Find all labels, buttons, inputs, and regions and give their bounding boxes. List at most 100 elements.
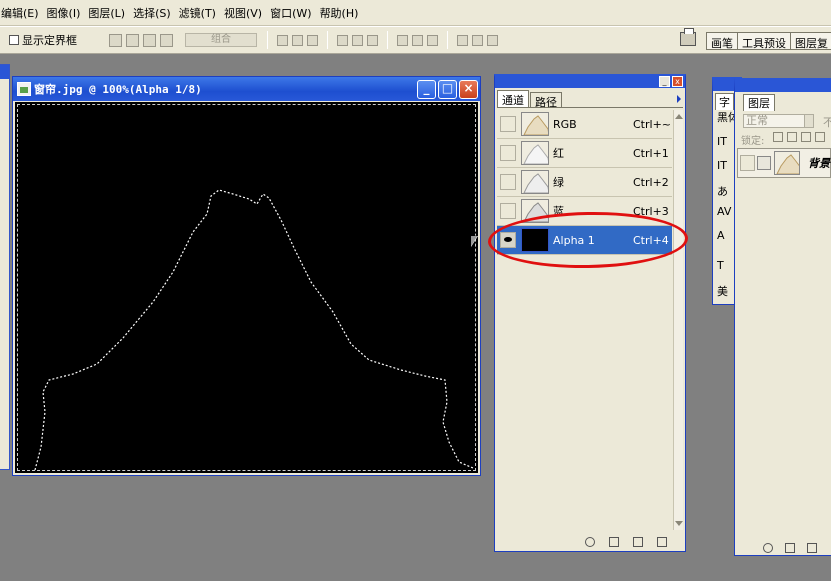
channel-shortcut: Ctrl+2 bbox=[633, 175, 669, 189]
eye-icon[interactable] bbox=[740, 155, 756, 171]
link-icon[interactable] bbox=[763, 543, 773, 553]
menu-edit[interactable]: 编辑(E) bbox=[0, 5, 45, 21]
channel-row-red[interactable]: 红 Ctrl+1 bbox=[497, 139, 672, 168]
divider bbox=[267, 31, 268, 49]
lock-pixels-icon[interactable] bbox=[787, 132, 797, 142]
scroll-down-icon[interactable] bbox=[675, 521, 683, 526]
combine-button[interactable]: 组合 bbox=[185, 33, 257, 47]
menu-help[interactable]: 帮助(H) bbox=[318, 5, 365, 21]
align-group bbox=[275, 31, 380, 49]
divider bbox=[447, 31, 448, 49]
printer-icon[interactable] bbox=[680, 28, 696, 46]
image-canvas[interactable] bbox=[15, 102, 478, 473]
document-titlebar[interactable]: 窗帘.jpg @ 100%(Alpha 1/8) _ □ × bbox=[13, 77, 480, 101]
chevron-down-icon[interactable] bbox=[804, 114, 814, 128]
distribute-top-icon[interactable] bbox=[397, 34, 408, 46]
toolbox-titlebar[interactable] bbox=[0, 65, 9, 79]
align-hcenter-icon[interactable] bbox=[352, 34, 363, 46]
bounding-box-label: 显示定界框 bbox=[22, 34, 77, 47]
tab-paths[interactable]: 路径 bbox=[530, 92, 562, 109]
align-top-icon[interactable] bbox=[277, 34, 288, 46]
menu-layer[interactable]: 图层(L) bbox=[86, 5, 131, 21]
lock-all-icon[interactable] bbox=[815, 132, 825, 142]
menu-select[interactable]: 选择(S) bbox=[131, 5, 177, 21]
layer-name: 背景 bbox=[808, 157, 830, 170]
lock-transparency-icon[interactable] bbox=[773, 132, 783, 142]
baseline-icon[interactable]: A bbox=[717, 229, 725, 242]
new-channel-icon[interactable] bbox=[633, 537, 643, 547]
horizontal-scale-icon[interactable]: IT bbox=[717, 159, 727, 172]
tab-channels[interactable]: 通道 bbox=[497, 90, 529, 107]
palette-dock: 画笔 工具预设 图层复 bbox=[706, 32, 831, 50]
save-selection-icon[interactable] bbox=[609, 537, 619, 547]
trash-icon[interactable] bbox=[657, 537, 667, 547]
align-vcenter-icon[interactable] bbox=[292, 34, 303, 46]
visibility-toggle[interactable] bbox=[500, 116, 516, 132]
align-left-icon[interactable] bbox=[337, 34, 348, 46]
layer-mask-icon[interactable] bbox=[785, 543, 795, 553]
exclude-shape-icon[interactable] bbox=[160, 33, 173, 47]
layer-row-background[interactable]: 背景 bbox=[737, 148, 831, 178]
channel-name: 红 bbox=[553, 147, 564, 160]
dock-tab-tool-presets[interactable]: 工具预设 bbox=[738, 33, 791, 50]
channels-footer bbox=[497, 535, 683, 549]
channel-thumbnail bbox=[521, 170, 549, 194]
blend-mode-select[interactable]: 正常 bbox=[743, 114, 807, 128]
visibility-toggle[interactable] bbox=[500, 174, 516, 190]
channels-panel-titlebar[interactable]: _ x bbox=[495, 74, 685, 88]
divider bbox=[387, 31, 388, 49]
brush-icon bbox=[757, 156, 771, 170]
lock-icons bbox=[773, 132, 825, 142]
align-right-icon[interactable] bbox=[367, 34, 378, 46]
visibility-toggle[interactable] bbox=[500, 145, 516, 161]
channel-name: RGB bbox=[553, 117, 577, 131]
distribute-bottom-icon[interactable] bbox=[427, 34, 438, 46]
toolbox-panel bbox=[0, 64, 10, 470]
channel-row-green[interactable]: 绿 Ctrl+2 bbox=[497, 168, 672, 197]
subtract-shape-icon[interactable] bbox=[126, 33, 139, 47]
distribute-right-icon[interactable] bbox=[487, 34, 498, 46]
layers-footer bbox=[763, 543, 817, 553]
kerning-icon[interactable]: AV bbox=[717, 205, 731, 218]
panel-minimize-button[interactable]: _ bbox=[659, 75, 670, 87]
language-field[interactable]: 美 bbox=[717, 283, 728, 299]
menu-filter[interactable]: 滤镜(T) bbox=[177, 5, 222, 21]
mouse-cursor bbox=[470, 235, 478, 248]
new-layer-icon[interactable] bbox=[807, 543, 817, 553]
channels-panel: _ x 通道 路径 RGB Ctrl+~ 红 Ctrl+1 绿 Ctrl+2 蓝… bbox=[494, 74, 686, 552]
maximize-button[interactable]: □ bbox=[438, 79, 457, 99]
vertical-scale-icon[interactable]: IT bbox=[717, 135, 727, 148]
opacity-label: 不 bbox=[823, 116, 831, 129]
text-style-icon[interactable]: T bbox=[717, 259, 724, 272]
tsume-icon[interactable]: あ bbox=[717, 183, 728, 199]
menu-window[interactable]: 窗口(W) bbox=[268, 5, 317, 21]
menu-bar: 编辑(E) 图像(I) 图层(L) 选择(S) 滤镜(T) 视图(V) 窗口(W… bbox=[0, 0, 831, 26]
menu-image[interactable]: 图像(I) bbox=[45, 5, 87, 21]
lock-position-icon[interactable] bbox=[801, 132, 811, 142]
bounding-box-checkbox[interactable] bbox=[9, 35, 19, 45]
intersect-shape-icon[interactable] bbox=[143, 33, 156, 47]
align-bottom-icon[interactable] bbox=[307, 34, 318, 46]
tab-character[interactable]: 字 bbox=[715, 93, 734, 110]
channel-row-rgb[interactable]: RGB Ctrl+~ bbox=[497, 110, 672, 139]
distribute-hcenter-icon[interactable] bbox=[472, 34, 483, 46]
panel-menu-icon[interactable] bbox=[677, 95, 681, 103]
visibility-toggle[interactable] bbox=[500, 203, 516, 219]
lock-label: 锁定: bbox=[741, 136, 765, 147]
load-selection-icon[interactable] bbox=[585, 537, 595, 547]
panel-close-button[interactable]: x bbox=[672, 75, 683, 87]
channels-scrollbar[interactable] bbox=[673, 110, 683, 530]
dock-tab-layer-comps[interactable]: 图层复 bbox=[791, 33, 831, 50]
channel-name: 绿 bbox=[553, 176, 564, 189]
distribute-vcenter-icon[interactable] bbox=[412, 34, 423, 46]
close-button[interactable]: × bbox=[459, 79, 478, 99]
minimize-button[interactable]: _ bbox=[417, 79, 436, 99]
tab-layers[interactable]: 图层 bbox=[743, 94, 775, 111]
add-to-shape-icon[interactable] bbox=[109, 33, 122, 47]
scroll-up-icon[interactable] bbox=[675, 114, 683, 119]
distribute-left-icon[interactable] bbox=[457, 34, 468, 46]
menu-view[interactable]: 视图(V) bbox=[222, 5, 268, 21]
distribute-group bbox=[395, 31, 500, 49]
dock-tab-brushes[interactable]: 画笔 bbox=[707, 33, 738, 50]
document-window: 窗帘.jpg @ 100%(Alpha 1/8) _ □ × bbox=[12, 76, 481, 476]
